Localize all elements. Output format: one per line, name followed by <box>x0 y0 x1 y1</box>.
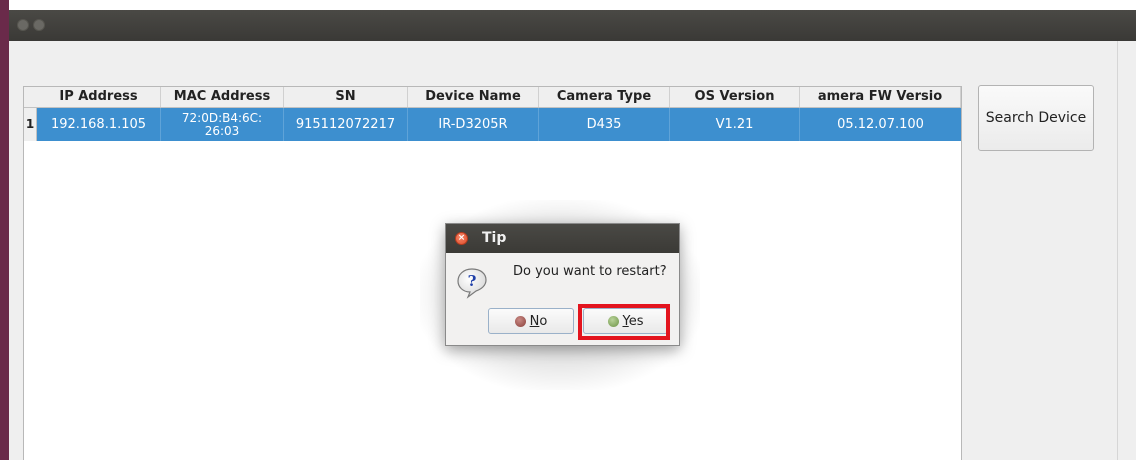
yes-highlight-box <box>578 304 670 340</box>
row-number: 1 <box>24 108 37 141</box>
dialog-message: Do you want to restart? <box>513 264 667 279</box>
search-device-button[interactable]: Search Device <box>978 85 1094 151</box>
column-header-device-name[interactable]: Device Name <box>408 87 539 107</box>
cell-fw-version: 05.12.07.100 <box>837 117 924 132</box>
table-row[interactable]: 192.168.1.105 72:0D:B4:6C: 26:03 9151120… <box>37 108 961 141</box>
no-button[interactable]: No <box>488 308 574 334</box>
cell-mac-line2: 26:03 <box>204 123 240 138</box>
table-header: IP Address MAC Address SN Device Name Ca… <box>24 87 961 108</box>
no-icon <box>514 315 526 327</box>
panel-divider <box>1117 41 1118 460</box>
window-close-icon[interactable] <box>17 19 29 31</box>
cell-sn: 915112072217 <box>284 108 408 141</box>
dialog-titlebar: × Tip <box>446 224 679 253</box>
column-header-fw-version[interactable]: amera FW Versio <box>800 87 961 107</box>
column-header-ip[interactable]: IP Address <box>37 87 161 107</box>
cell-device-name: IR-D3205R <box>408 108 539 141</box>
column-header-sn[interactable]: SN <box>284 87 408 107</box>
cell-ip: 192.168.1.105 <box>37 108 161 141</box>
cell-mac: 72:0D:B4:6C: 26:03 <box>161 108 284 141</box>
no-button-label: No <box>529 313 548 329</box>
column-header-os-version[interactable]: OS Version <box>670 87 800 107</box>
column-header-mac[interactable]: MAC Address <box>161 87 284 107</box>
question-icon: ? <box>457 268 487 299</box>
cell-camera-type: D435 <box>539 108 670 141</box>
window-titlebar <box>9 10 1136 41</box>
window-minimize-icon[interactable] <box>33 19 45 31</box>
svg-text:?: ? <box>468 272 477 290</box>
desktop-background <box>0 0 9 460</box>
cell-mac-line1: 72:0D:B4:6C: <box>181 110 263 125</box>
dialog-close-icon[interactable]: × <box>455 232 468 245</box>
column-header-camera-type[interactable]: Camera Type <box>539 87 670 107</box>
dialog-title: Tip <box>482 230 507 246</box>
cell-os-version: V1.21 <box>670 108 800 141</box>
